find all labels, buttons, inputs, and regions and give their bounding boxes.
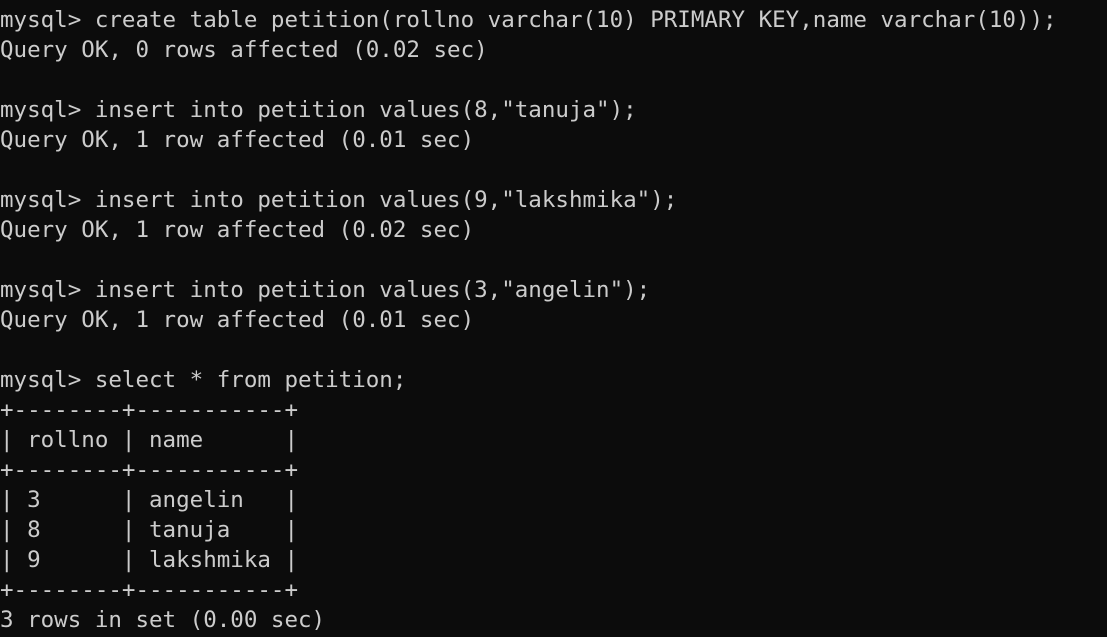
table-row: | 9 | lakshmika | bbox=[0, 547, 299, 573]
command-insert: mysql> insert into petition values(8,"ta… bbox=[0, 97, 637, 123]
result-summary: 3 rows in set (0.00 sec) bbox=[0, 607, 326, 633]
command-create-table: mysql> create table petition(rollno varc… bbox=[0, 7, 1057, 33]
query-result: Query OK, 0 rows affected (0.02 sec) bbox=[0, 37, 488, 63]
command-insert: mysql> insert into petition values(3,"an… bbox=[0, 277, 651, 303]
query-result: Query OK, 1 row affected (0.02 sec) bbox=[0, 217, 475, 243]
table-header-row: | rollno | name | bbox=[0, 427, 299, 453]
table-border: +--------+-----------+ bbox=[0, 397, 299, 423]
table-row: | 3 | angelin | bbox=[0, 487, 299, 513]
command-insert: mysql> insert into petition values(9,"la… bbox=[0, 187, 678, 213]
query-result: Query OK, 1 row affected (0.01 sec) bbox=[0, 127, 475, 153]
terminal-window[interactable]: mysql> create table petition(rollno varc… bbox=[0, 0, 1107, 637]
table-row: | 8 | tanuja | bbox=[0, 517, 299, 543]
table-border: +--------+-----------+ bbox=[0, 457, 299, 483]
query-result: Query OK, 1 row affected (0.01 sec) bbox=[0, 307, 475, 333]
table-border: +--------+-----------+ bbox=[0, 577, 299, 603]
command-select: mysql> select * from petition; bbox=[0, 367, 407, 393]
